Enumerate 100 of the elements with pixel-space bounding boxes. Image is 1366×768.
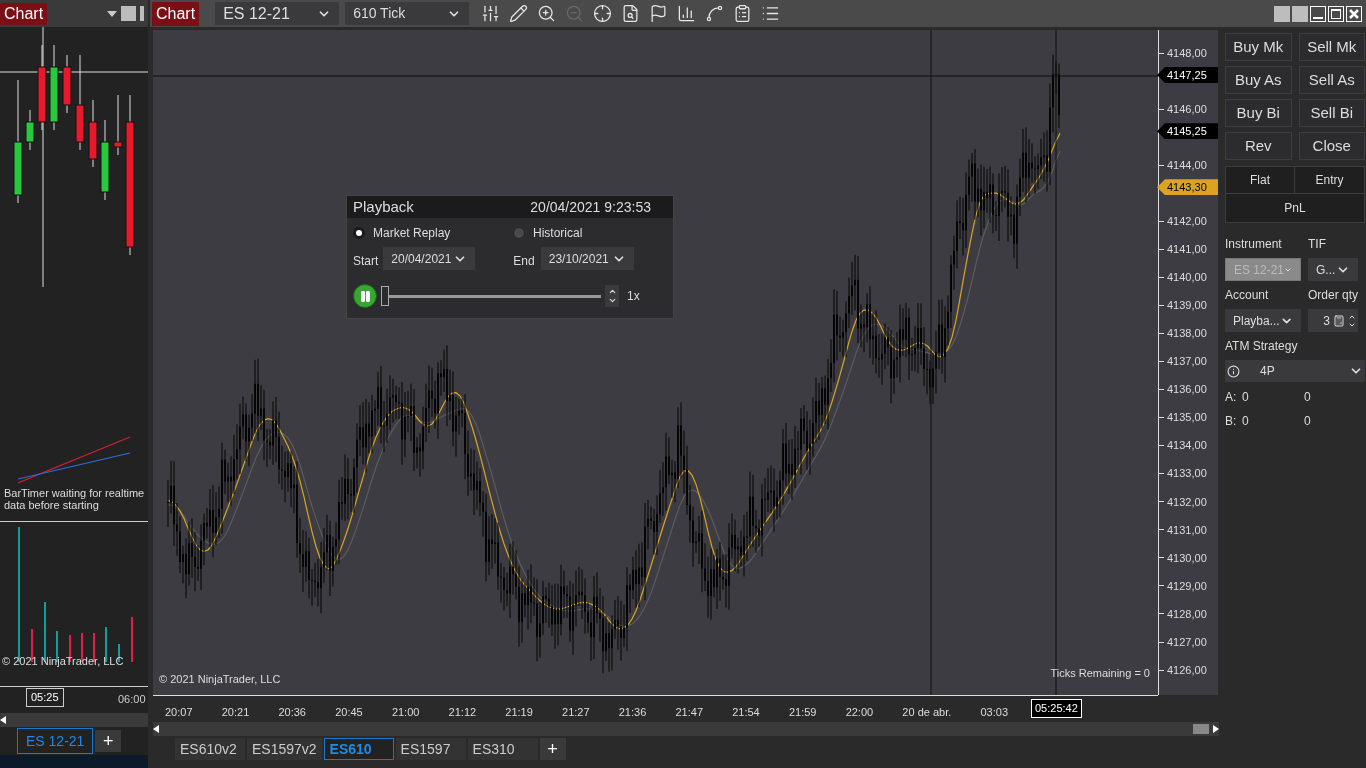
chart-button[interactable]: Chart bbox=[0, 2, 48, 25]
mode-radio[interactable]: Market Replay bbox=[353, 224, 513, 242]
copyright-text: © 2021 NinjaTrader, LLC bbox=[2, 654, 124, 669]
slider-thumb[interactable] bbox=[381, 286, 389, 306]
time-label: 22:00 bbox=[845, 705, 874, 720]
order-button[interactable]: Rev bbox=[1225, 132, 1292, 160]
candle bbox=[25, 109, 35, 151]
chart-tab[interactable]: ES1597 bbox=[395, 738, 466, 760]
end-label: End bbox=[513, 252, 535, 270]
price-label: 4148,00 bbox=[1167, 45, 1207, 61]
zoom-in-icon bbox=[537, 4, 557, 23]
left-arrow-icon[interactable] bbox=[0, 716, 6, 724]
order-button[interactable]: Close bbox=[1298, 132, 1365, 160]
flat-button[interactable]: Flat bbox=[1226, 167, 1295, 194]
order-button[interactable]: Sell Mk bbox=[1298, 33, 1365, 61]
playback-timestamp: 20/04/2021 9:23:53 bbox=[530, 197, 651, 217]
price-label: 4132,00 bbox=[1167, 494, 1207, 510]
mode-radio[interactable]: Historical bbox=[513, 224, 583, 242]
start-date-dropdown[interactable]: 20/04/2021 bbox=[383, 247, 476, 270]
cursor-time-label: 05:25 bbox=[26, 688, 64, 707]
down-icon bbox=[607, 296, 617, 305]
order-button[interactable]: Buy Bi bbox=[1225, 99, 1292, 127]
time-label: 20 de abr. bbox=[902, 705, 952, 720]
chart-tab[interactable]: ES1597v2 bbox=[247, 738, 322, 760]
caret-icon[interactable] bbox=[107, 10, 117, 17]
chart-tab[interactable]: ES310 bbox=[467, 738, 538, 760]
speed-value: 1x bbox=[627, 288, 640, 305]
minimize-button[interactable] bbox=[1310, 5, 1326, 22]
time-label: 21:59 bbox=[788, 705, 817, 720]
copyright-text: © 2021 NinjaTrader, LLC bbox=[159, 671, 281, 687]
position-value: 0 bbox=[1242, 389, 1250, 406]
pause-button[interactable] bbox=[353, 284, 377, 308]
up-icon bbox=[607, 287, 617, 296]
chart-tab[interactable]: ES 12-21 bbox=[17, 728, 94, 754]
account-dropdown[interactable]: Playba... bbox=[1225, 309, 1301, 332]
add-tab-button[interactable]: + bbox=[95, 730, 122, 752]
scroll-thumb[interactable] bbox=[1193, 724, 1209, 734]
crosshair-icon bbox=[593, 4, 613, 23]
chart-button[interactable]: Chart bbox=[152, 1, 200, 26]
price-label: 4137,00 bbox=[1167, 354, 1207, 370]
tif-dropdown[interactable]: G... bbox=[1308, 258, 1358, 281]
order-qty-field[interactable]: 3 bbox=[1308, 309, 1358, 332]
pencil-icon bbox=[509, 4, 529, 23]
pnl-button[interactable]: PnL bbox=[1226, 194, 1364, 222]
zoom-out-icon bbox=[565, 4, 585, 23]
time-label: 20:21 bbox=[221, 705, 250, 720]
price-label: 4146,00 bbox=[1167, 101, 1207, 117]
order-button[interactable]: Sell As bbox=[1298, 66, 1365, 94]
zoom-in-button[interactable] bbox=[537, 4, 557, 23]
close-icon bbox=[1349, 8, 1359, 19]
price-label: 4131,00 bbox=[1167, 522, 1207, 538]
list-icon bbox=[761, 4, 781, 23]
left-arrow-icon[interactable] bbox=[153, 725, 159, 733]
time-label: 21:12 bbox=[448, 705, 477, 720]
entry-button[interactable]: Entry bbox=[1295, 167, 1364, 194]
calculator-icon[interactable] bbox=[1333, 314, 1345, 327]
atm-strategy-dropdown[interactable]: 4P bbox=[1225, 360, 1365, 382]
speed-spinner[interactable] bbox=[605, 285, 619, 307]
info-icon[interactable] bbox=[1227, 364, 1240, 378]
price-label: 4136,00 bbox=[1167, 382, 1207, 398]
position-value: 0 bbox=[1242, 413, 1250, 430]
list-button[interactable] bbox=[761, 4, 781, 23]
spline-icon bbox=[705, 4, 725, 23]
time-label: 03:03 bbox=[980, 705, 1008, 720]
price-label: 4141,00 bbox=[1167, 242, 1207, 258]
pencil-button[interactable] bbox=[509, 4, 529, 23]
chart-tab[interactable]: ES610 bbox=[323, 738, 394, 760]
window-button[interactable] bbox=[1292, 5, 1308, 22]
price-label: 4127,00 bbox=[1167, 634, 1207, 650]
add-tab-button[interactable]: + bbox=[539, 738, 566, 760]
sliders-button[interactable] bbox=[481, 4, 501, 23]
instrument-dropdown[interactable]: ES 12-21 bbox=[215, 2, 340, 25]
time-label: 20:45 bbox=[335, 705, 363, 720]
position-label: B: bbox=[1225, 413, 1238, 430]
start-label: Start bbox=[353, 252, 379, 270]
speed-slider[interactable] bbox=[381, 286, 601, 306]
order-button[interactable]: Buy Mk bbox=[1225, 33, 1292, 61]
bar-timer-message: BarTimer waiting for realtime data before starting bbox=[4, 487, 146, 511]
price-label: 4144,00 bbox=[1167, 157, 1207, 173]
spline-button[interactable] bbox=[705, 4, 725, 23]
horizontal-scrollbar[interactable] bbox=[153, 722, 1219, 736]
sliders-icon bbox=[481, 4, 501, 23]
atm-strategy-label: ATM Strategy bbox=[1225, 338, 1299, 355]
crosshair-button[interactable] bbox=[593, 4, 613, 23]
chart-tab[interactable]: ES610v2 bbox=[175, 738, 245, 760]
end-date-dropdown[interactable]: 23/10/2021 bbox=[540, 247, 634, 270]
maximize-button[interactable] bbox=[1328, 5, 1344, 22]
order-button[interactable]: Buy As bbox=[1225, 66, 1292, 94]
window-button[interactable] bbox=[1274, 5, 1290, 22]
close-button[interactable] bbox=[1346, 5, 1362, 22]
price-label: 4133,00 bbox=[1167, 466, 1207, 482]
bars-button[interactable] bbox=[677, 4, 697, 23]
playback-title: Playback bbox=[353, 196, 414, 217]
price-tag: 4145,25 bbox=[1157, 123, 1218, 140]
horizontal-scrollbar[interactable] bbox=[0, 713, 148, 727]
interval-dropdown[interactable]: 610 Tick bbox=[345, 2, 470, 25]
time-label: 20:36 bbox=[278, 705, 306, 720]
price-label: 4135,00 bbox=[1167, 410, 1207, 426]
right-arrow-icon[interactable] bbox=[1213, 725, 1219, 733]
order-button[interactable]: Sell Bi bbox=[1298, 99, 1365, 127]
